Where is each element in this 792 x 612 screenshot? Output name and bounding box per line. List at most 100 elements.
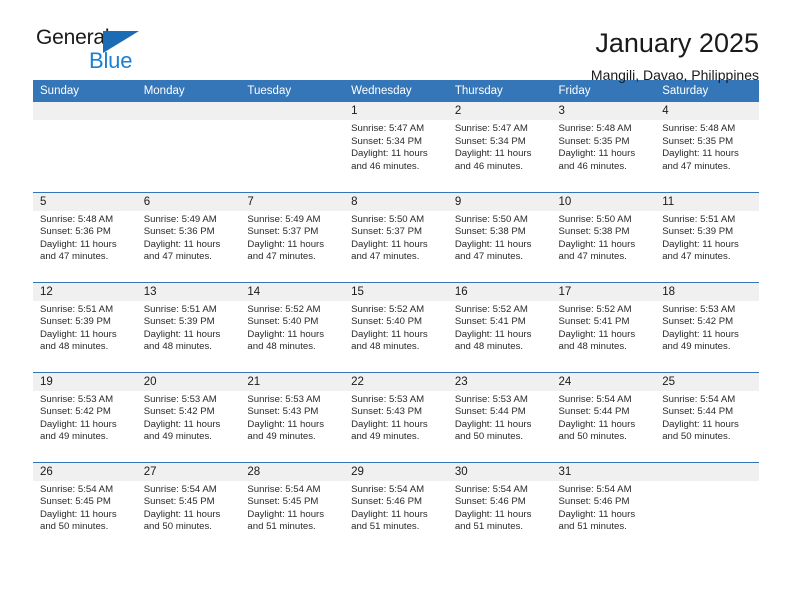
calendar-day-cell[interactable]: 29 Sunrise: 5:54 AM Sunset: 5:46 PM Dayligh… xyxy=(344,461,448,552)
calendar-day-cell[interactable]: 10 Sunrise: 5:50 AM Sunset: 5:38 PM Dayligh… xyxy=(551,191,656,282)
daylight-1-text: Daylight: 11 hours xyxy=(247,508,325,520)
calendar-day-cell[interactable]: 30 Sunrise: 5:54 AM Sunset: 5:46 PM Dayligh… xyxy=(447,461,552,552)
calendar-day-cell[interactable]: 14 Sunrise: 5:52 AM Sunset: 5:40 PM Dayligh… xyxy=(240,281,345,372)
daylight-1-text: Daylight: 11 hours xyxy=(143,238,221,250)
calendar-day-cell[interactable]: 28 Sunrise: 5:54 AM Sunset: 5:45 PM Dayligh… xyxy=(240,461,345,552)
day-number: 8 xyxy=(344,192,448,211)
calendar-day-cell[interactable]: 15 Sunrise: 5:52 AM Sunset: 5:40 PM Dayligh… xyxy=(344,281,448,372)
sunset-text: Sunset: 5:46 PM xyxy=(558,496,630,508)
daylight-1-text: Daylight: 11 hours xyxy=(454,508,532,520)
sunrise-text: Sunrise: 5:48 AM xyxy=(40,213,114,225)
day-sun-info: Sunrise: 5:54 AM Sunset: 5:45 PM Daylight:… xyxy=(137,481,241,534)
daylight-2-text: and 50 minutes. xyxy=(558,431,627,443)
weekday-header-thursday: Thursday xyxy=(447,80,552,102)
day-number: 29 xyxy=(344,462,448,481)
weekday-header-monday: Monday xyxy=(136,80,241,102)
day-sun-info: Sunrise: 5:52 AM Sunset: 5:41 PM Daylight:… xyxy=(448,301,552,354)
daylight-1-text: Daylight: 11 hours xyxy=(143,508,221,520)
daylight-2-text: and 47 minutes. xyxy=(40,251,109,263)
calendar-day-cell[interactable]: 20 Sunrise: 5:53 AM Sunset: 5:42 PM Dayligh… xyxy=(136,371,241,462)
day-number: 12 xyxy=(33,282,137,301)
sunrise-text: Sunrise: 5:47 AM xyxy=(351,123,425,134)
sunset-text: Sunset: 5:37 PM xyxy=(247,226,319,238)
day-sun-info: Sunrise: 5:47 AM Sunset: 5:34 PM Daylight:… xyxy=(448,120,552,173)
general-blue-logo[interactable]: General Blue xyxy=(33,26,158,74)
logo-text-blue: Blue xyxy=(89,48,133,73)
sunset-text: Sunset: 5:41 PM xyxy=(454,316,526,328)
day-sun-info: Sunrise: 5:54 AM Sunset: 5:46 PM Daylight:… xyxy=(344,481,448,534)
daylight-1-text: Daylight: 11 hours xyxy=(662,238,739,250)
day-sun-info: Sunrise: 5:52 AM Sunset: 5:40 PM Daylight:… xyxy=(240,301,344,354)
sunrise-text: Sunrise: 5:53 AM xyxy=(40,393,114,405)
calendar-day-cell[interactable]: 16 Sunrise: 5:52 AM Sunset: 5:41 PM Dayligh… xyxy=(447,281,552,372)
sunset-text: Sunset: 5:36 PM xyxy=(40,226,111,238)
calendar-day-cell[interactable]: 26 Sunrise: 5:54 AM Sunset: 5:45 PM Dayligh… xyxy=(33,461,137,552)
day-sun-info: Sunrise: 5:54 AM Sunset: 5:46 PM Daylight:… xyxy=(448,481,552,534)
daylight-1-text: Daylight: 11 hours xyxy=(454,328,532,340)
daylight-2-text: and 48 minutes. xyxy=(40,341,109,353)
day-number: 30 xyxy=(447,462,552,481)
daylight-2-text: and 48 minutes. xyxy=(558,341,627,353)
calendar-day-cell[interactable]: 23 Sunrise: 5:53 AM Sunset: 5:44 PM Dayligh… xyxy=(447,371,552,462)
daylight-1-text: Daylight: 11 hours xyxy=(40,418,117,430)
calendar-day-cell[interactable]: 4 Sunrise: 5:48 AM Sunset: 5:35 PM Daylight… xyxy=(655,102,759,192)
day-number: 28 xyxy=(240,462,345,481)
daylight-1-text: Daylight: 11 hours xyxy=(558,328,636,340)
daylight-1-text: Daylight: 11 hours xyxy=(351,418,428,430)
sunrise-text: Sunrise: 5:54 AM xyxy=(247,483,321,495)
sunset-text: Sunset: 5:39 PM xyxy=(143,316,215,328)
calendar-day-cell[interactable]: 19 Sunrise: 5:53 AM Sunset: 5:42 PM Dayligh… xyxy=(33,371,137,462)
sunset-text: Sunset: 5:38 PM xyxy=(558,226,630,238)
calendar-day-cell[interactable]: 2 Sunrise: 5:47 AM Sunset: 5:34 PM Daylight… xyxy=(447,102,552,192)
daylight-2-text: and 46 minutes. xyxy=(351,160,420,172)
daylight-2-text: and 51 minutes. xyxy=(454,521,524,533)
daylight-2-text: and 48 minutes. xyxy=(351,341,420,353)
daylight-2-text: and 47 minutes. xyxy=(351,251,420,263)
daylight-1-text: Daylight: 11 hours xyxy=(558,148,636,160)
calendar-day-cell[interactable]: 31 Sunrise: 5:54 AM Sunset: 5:46 PM Dayligh… xyxy=(551,461,656,552)
calendar-day-cell[interactable]: 22 Sunrise: 5:53 AM Sunset: 5:43 PM Dayligh… xyxy=(344,371,448,462)
day-number: 17 xyxy=(551,282,656,301)
calendar-day-cell[interactable]: 25 Sunrise: 5:54 AM Sunset: 5:44 PM Dayligh… xyxy=(655,371,759,462)
calendar-day-cell[interactable]: 5 Sunrise: 5:48 AM Sunset: 5:36 PM Daylight… xyxy=(33,191,137,282)
daylight-2-text: and 49 minutes. xyxy=(351,431,420,443)
calendar-day-cell[interactable]: 7 Sunrise: 5:49 AM Sunset: 5:37 PM Daylight… xyxy=(240,191,345,282)
calendar-day-cell[interactable]: 11 Sunrise: 5:51 AM Sunset: 5:39 PM Dayligh… xyxy=(655,191,759,282)
sunset-text: Sunset: 5:43 PM xyxy=(247,406,319,418)
calendar-day-cell[interactable]: 24 Sunrise: 5:54 AM Sunset: 5:44 PM Dayligh… xyxy=(551,371,656,462)
sunrise-text: Sunrise: 5:54 AM xyxy=(662,393,736,405)
calendar-day-cell[interactable]: 3 Sunrise: 5:48 AM Sunset: 5:35 PM Daylight… xyxy=(551,102,656,192)
calendar-day-cell[interactable]: 27 Sunrise: 5:54 AM Sunset: 5:45 PM Dayligh… xyxy=(136,461,241,552)
calendar-day-cell[interactable]: 1 Sunrise: 5:47 AM Sunset: 5:34 PM Daylight… xyxy=(344,102,448,192)
calendar-day-cell[interactable]: 9 Sunrise: 5:50 AM Sunset: 5:38 PM Daylight… xyxy=(447,191,552,282)
sunrise-text: Sunrise: 5:53 AM xyxy=(143,393,217,405)
calendar-day-cell[interactable]: 17 Sunrise: 5:52 AM Sunset: 5:41 PM Dayligh… xyxy=(551,281,656,372)
calendar-week-row: 26 Sunrise: 5:54 AM Sunset: 5:45 PM Dayligh… xyxy=(33,461,759,552)
sunset-text: Sunset: 5:46 PM xyxy=(454,496,526,508)
sunrise-text: Sunrise: 5:53 AM xyxy=(454,393,528,405)
calendar-day-cell[interactable]: 6 Sunrise: 5:49 AM Sunset: 5:36 PM Daylight… xyxy=(136,191,241,282)
sunset-text: Sunset: 5:35 PM xyxy=(662,135,734,147)
day-number xyxy=(33,102,137,120)
daylight-1-text: Daylight: 11 hours xyxy=(143,328,221,340)
calendar-day-cell[interactable]: 13 Sunrise: 5:51 AM Sunset: 5:39 PM Dayligh… xyxy=(136,281,241,372)
day-number: 23 xyxy=(447,372,552,391)
calendar-day-cell[interactable]: 8 Sunrise: 5:50 AM Sunset: 5:37 PM Daylight… xyxy=(344,191,448,282)
calendar-day-cell[interactable]: 12 Sunrise: 5:51 AM Sunset: 5:39 PM Dayligh… xyxy=(33,281,137,372)
sunrise-text: Sunrise: 5:52 AM xyxy=(558,303,632,315)
daylight-2-text: and 50 minutes. xyxy=(143,521,212,533)
day-number: 19 xyxy=(33,372,137,391)
page-title: January 2025 xyxy=(595,28,759,58)
sunset-text: Sunset: 5:40 PM xyxy=(351,316,423,328)
day-number: 15 xyxy=(344,282,448,301)
day-sun-info: Sunrise: 5:54 AM Sunset: 5:45 PM Daylight:… xyxy=(33,481,137,534)
daylight-1-text: Daylight: 11 hours xyxy=(40,238,117,250)
calendar-day-cell[interactable]: 18 Sunrise: 5:53 AM Sunset: 5:42 PM Dayligh… xyxy=(655,281,759,372)
sunset-text: Sunset: 5:41 PM xyxy=(558,316,630,328)
daylight-2-text: and 48 minutes. xyxy=(143,341,212,353)
day-sun-info: Sunrise: 5:54 AM Sunset: 5:46 PM Daylight:… xyxy=(552,481,656,534)
day-number: 22 xyxy=(344,372,448,391)
day-number: 7 xyxy=(240,192,345,211)
sunrise-text: Sunrise: 5:49 AM xyxy=(247,213,321,225)
calendar-day-cell[interactable]: 21 Sunrise: 5:53 AM Sunset: 5:43 PM Dayligh… xyxy=(240,371,345,462)
